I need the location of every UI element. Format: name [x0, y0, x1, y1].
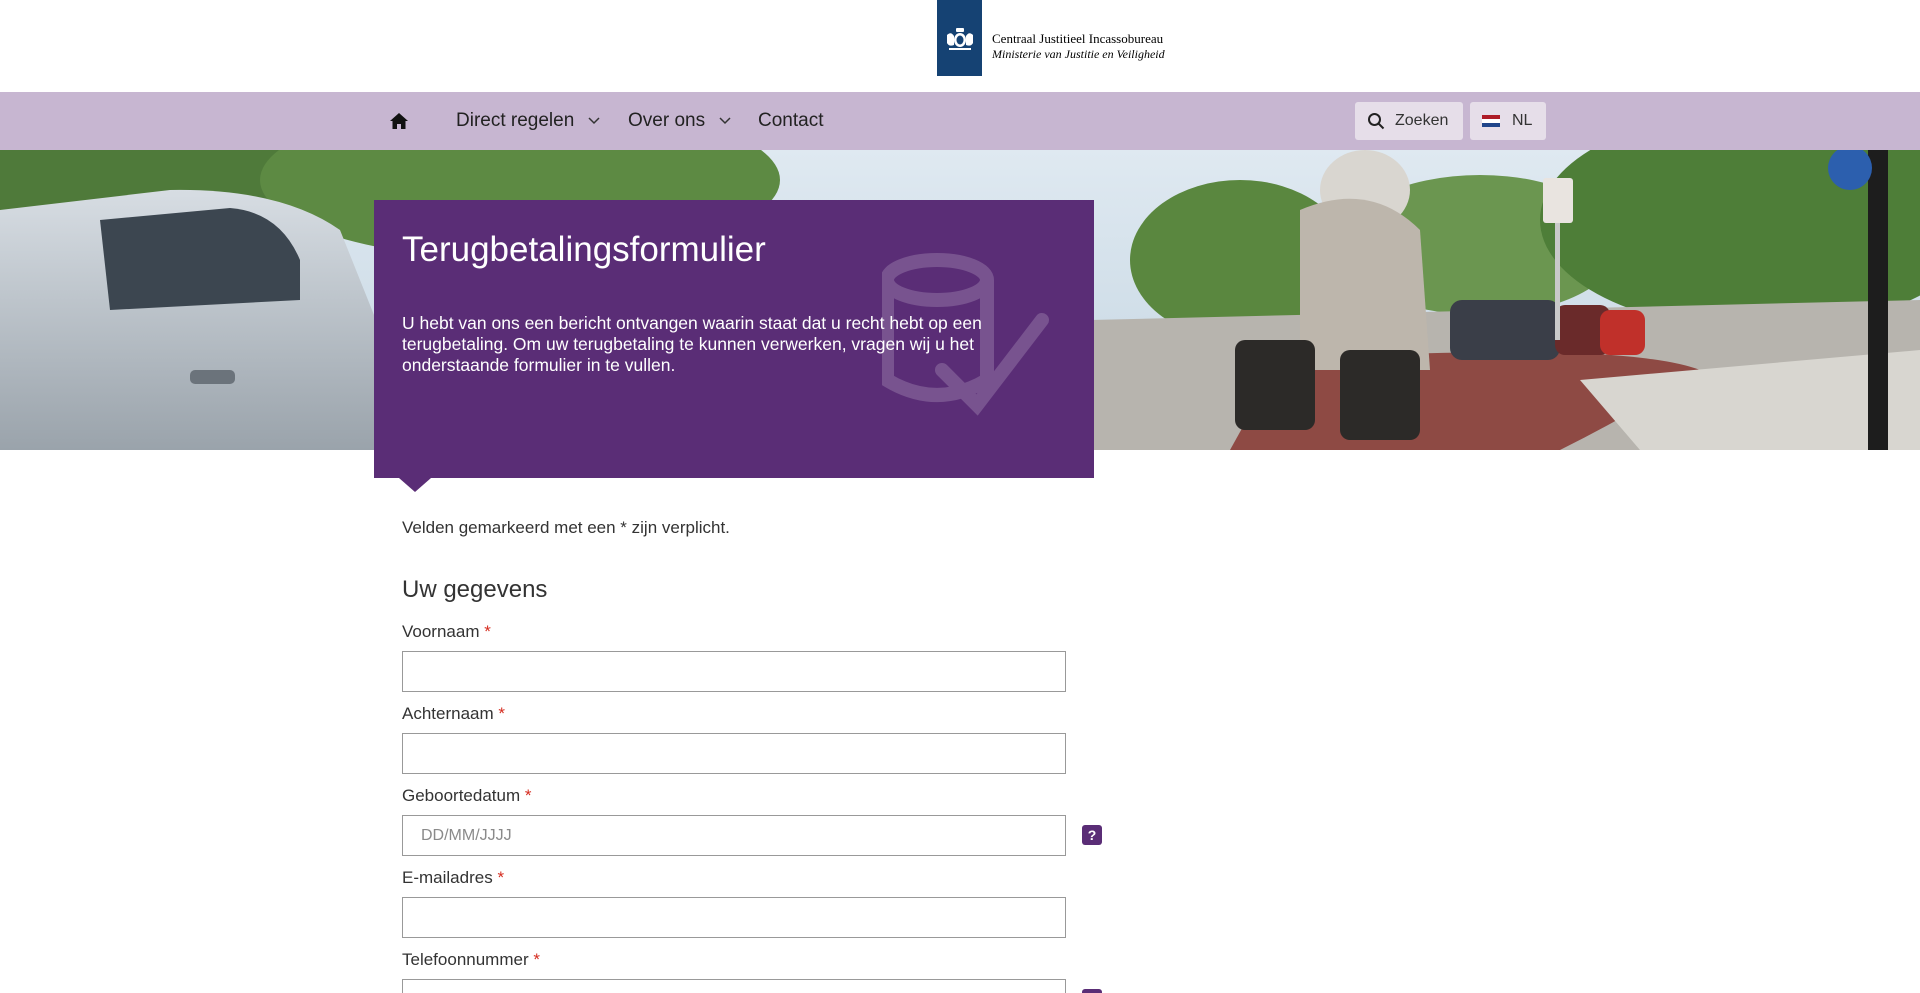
- hero-card: Terugbetalingsformulier U hebt van ons e…: [374, 200, 1094, 478]
- language-selector[interactable]: NL: [1470, 102, 1546, 140]
- nav-direct-regelen[interactable]: Direct regelen: [456, 92, 600, 150]
- chevron-down-icon: [588, 117, 600, 125]
- required-marker: *: [533, 950, 540, 969]
- email-label: E-mailadres *: [402, 868, 505, 887]
- birth-date-help-button[interactable]: ?: [1082, 825, 1102, 845]
- netherlands-flag-icon: [1482, 115, 1500, 127]
- cjib-logo[interactable]: Centraal Justitieel Incassobureau Minist…: [937, 0, 1165, 76]
- required-fields-note: Velden gemarkeerd met een * zijn verplic…: [402, 518, 730, 537]
- email-input[interactable]: [402, 897, 1066, 938]
- home-icon[interactable]: [386, 108, 412, 134]
- hero-description: U hebt van ons een bericht ontvangen waa…: [402, 313, 982, 375]
- required-marker: *: [498, 704, 506, 723]
- birth-date-input[interactable]: DD/MM/JJJJ: [402, 815, 1066, 856]
- search-label: Zoeken: [1395, 112, 1449, 129]
- hero-card-pointer: [399, 478, 431, 492]
- birth-date-placeholder: DD/MM/JJJJ: [421, 826, 512, 844]
- language-label: NL: [1512, 112, 1533, 129]
- nav-over-ons[interactable]: Over ons: [628, 92, 731, 150]
- required-marker: *: [484, 622, 491, 641]
- search-button[interactable]: Zoeken: [1355, 102, 1463, 140]
- site-header: Centraal Justitieel Incassobureau Minist…: [0, 0, 1920, 92]
- last-name-label: Achternaam *: [402, 704, 506, 723]
- search-icon: [1367, 112, 1385, 130]
- nav-item-label: Direct regelen: [456, 110, 575, 131]
- phone-label: Telefoonnummer *: [402, 950, 540, 969]
- chevron-down-icon: [719, 117, 731, 125]
- nav-item-label: Over ons: [628, 110, 706, 131]
- page-title: Terugbetalingsformulier: [402, 230, 766, 269]
- first-name-label: Voornaam *: [402, 622, 491, 641]
- org-name: Centraal Justitieel Incassobureau: [992, 31, 1164, 46]
- coat-of-arms-icon: [937, 0, 982, 76]
- required-marker: *: [497, 868, 505, 887]
- required-marker: *: [524, 786, 532, 805]
- section-title: Uw gegevens: [402, 576, 548, 603]
- ministry-name: Ministerie van Justitie en Veiligheid: [992, 47, 1165, 61]
- nav-item-label: Contact: [758, 110, 824, 131]
- last-name-input[interactable]: [402, 733, 1066, 774]
- nav-contact[interactable]: Contact: [758, 92, 823, 150]
- phone-input[interactable]: [402, 979, 1066, 993]
- birth-date-label: Geboortedatum *: [402, 786, 532, 805]
- main-navigation: Direct regelen Over ons Contact Zoeken N…: [0, 92, 1920, 150]
- first-name-input[interactable]: [402, 651, 1066, 692]
- phone-help-button[interactable]: [1082, 989, 1102, 993]
